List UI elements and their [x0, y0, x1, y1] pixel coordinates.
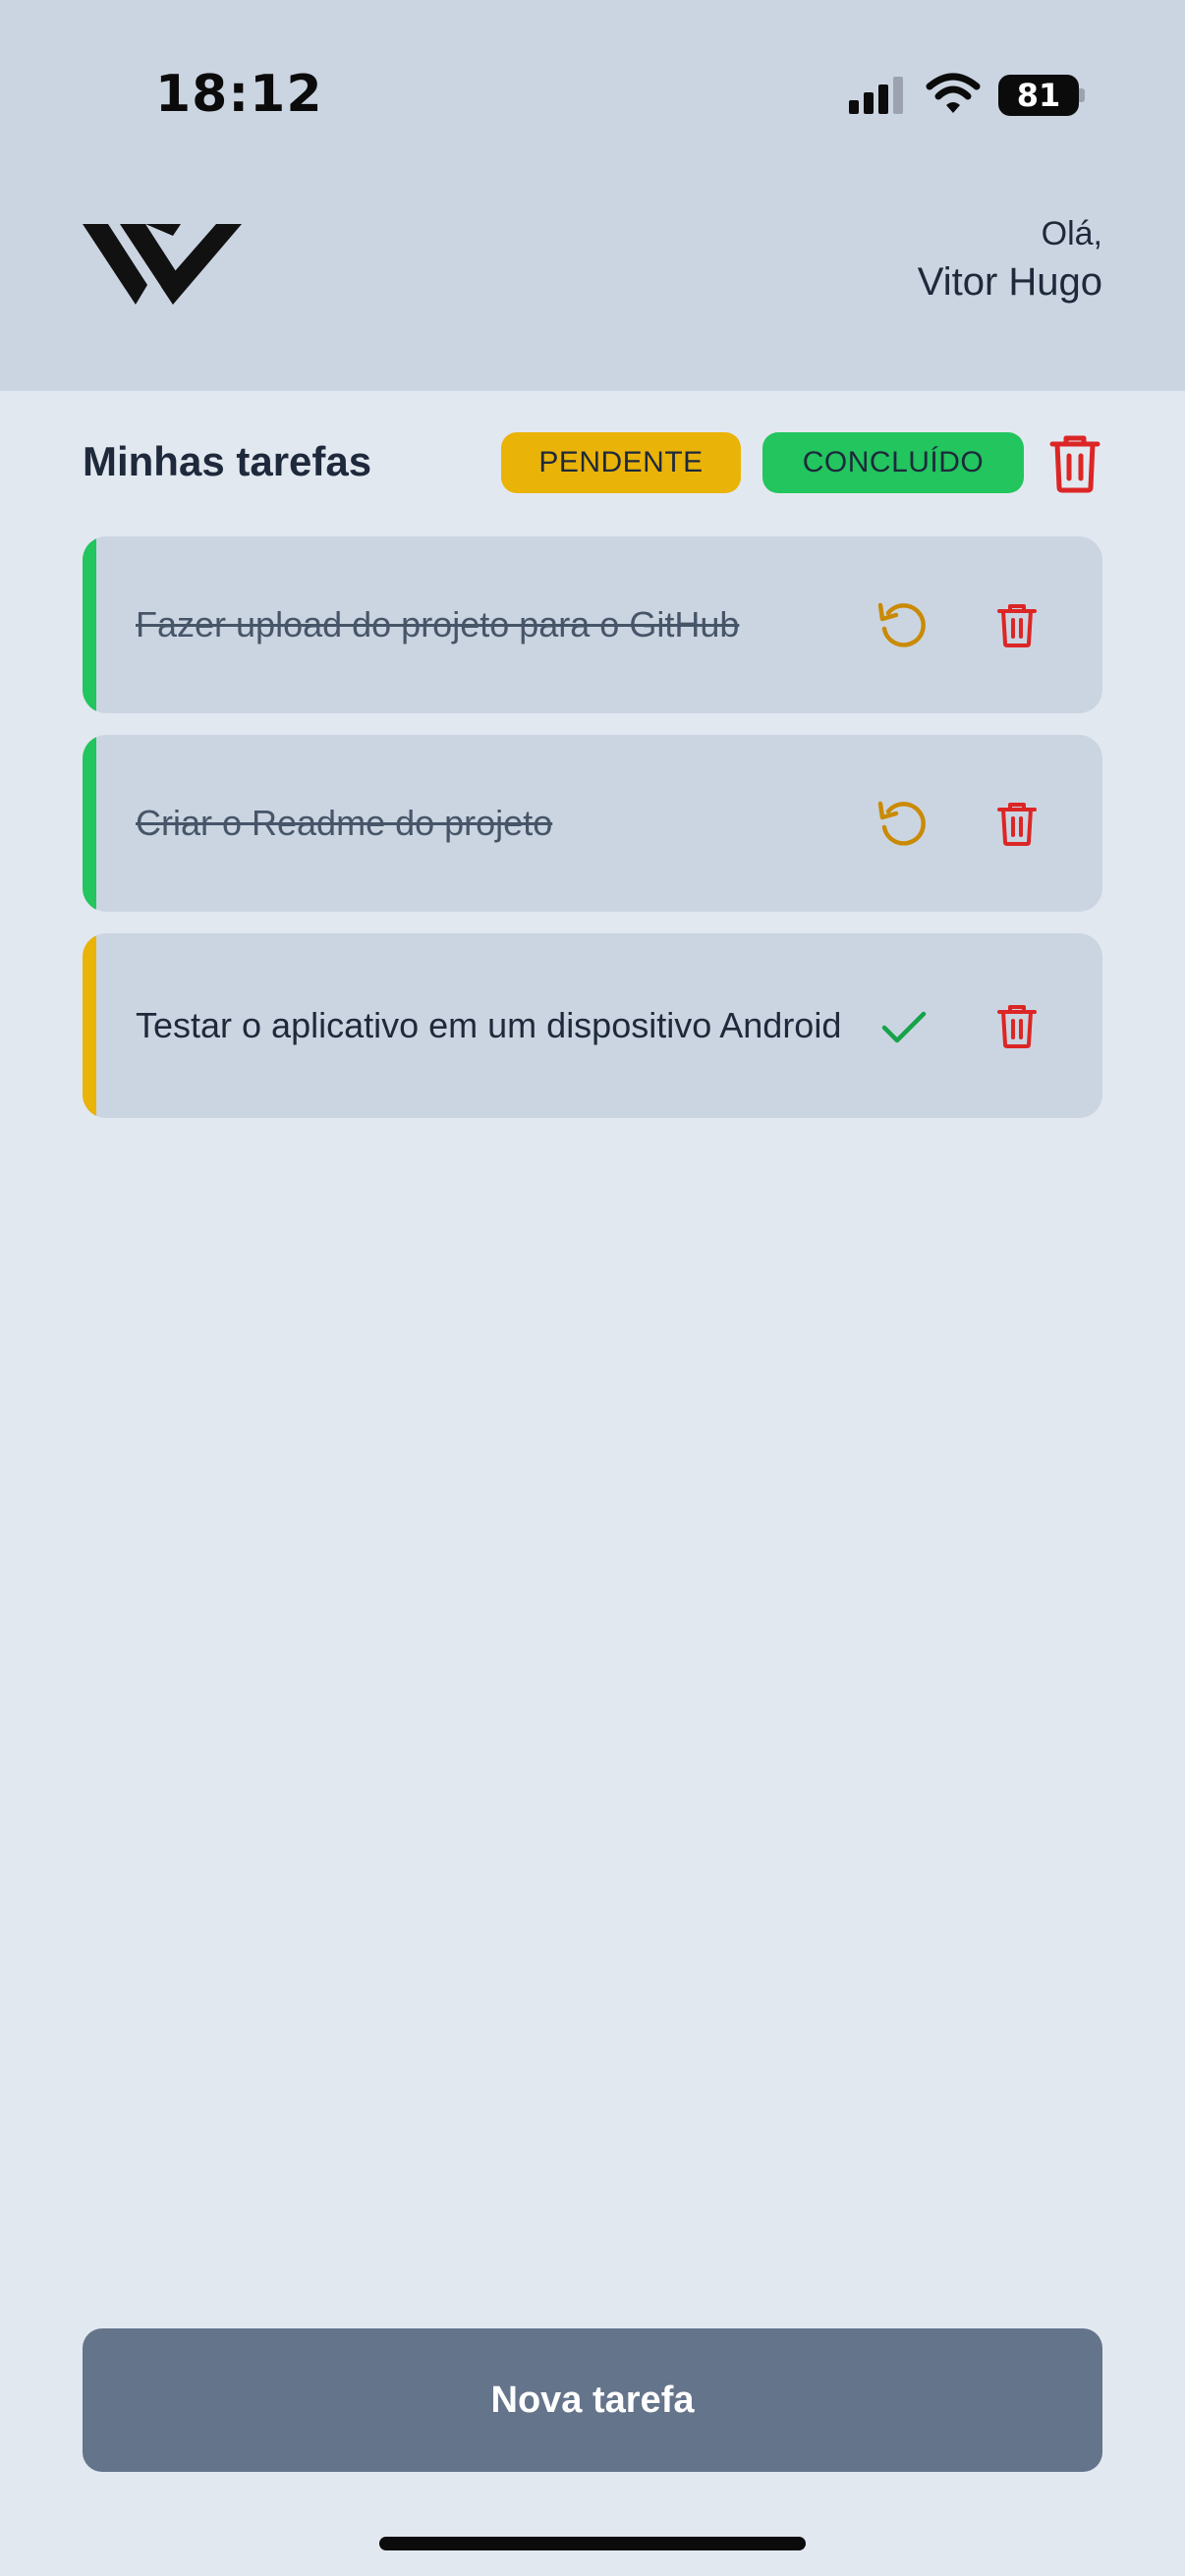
undo-icon[interactable] — [876, 798, 931, 851]
page-title: Minhas tarefas — [83, 438, 372, 484]
app-screen: 18:12 81 Olá, Vitor Hugo Minhas tarefas … — [0, 0, 1185, 2576]
user-name: Vitor Hugo — [917, 260, 1102, 304]
wifi-icon — [926, 73, 981, 113]
undo-icon[interactable] — [876, 599, 931, 652]
battery-tip — [1079, 88, 1085, 102]
vw-logo — [83, 224, 242, 305]
title-row: Minhas tarefas PENDENTE CONCLUÍDO — [83, 432, 1102, 493]
cellular-signal-icon — [849, 77, 903, 114]
greeting-text: Olá, — [1041, 215, 1102, 252]
task-text: Criar o Readme do projeto — [136, 803, 553, 843]
header: 18:12 81 Olá, Vitor Hugo — [0, 0, 1185, 391]
delete-task-icon[interactable] — [996, 802, 1038, 847]
task-status-bar — [83, 735, 96, 912]
check-icon[interactable] — [880, 1008, 928, 1047]
status-time: 18:12 — [155, 65, 323, 124]
delete-task-icon[interactable] — [996, 603, 1038, 648]
task-item[interactable]: Criar o Readme do projeto — [83, 735, 1102, 912]
task-item[interactable]: Testar o aplicativo em um dispositivo An… — [83, 933, 1102, 1118]
delete-task-icon[interactable] — [996, 1004, 1038, 1049]
task-text: Fazer upload do projeto para o GitHub — [136, 604, 740, 644]
new-task-button[interactable]: Nova tarefa — [83, 2328, 1102, 2472]
task-status-bar — [83, 536, 96, 713]
greeting: Olá, Vitor Hugo — [918, 212, 1102, 308]
home-indicator — [379, 2537, 806, 2550]
battery-icon: 81 — [998, 75, 1079, 116]
filter-pending-button[interactable]: PENDENTE — [501, 432, 741, 493]
task-item[interactable]: Fazer upload do projeto para o GitHub — [83, 536, 1102, 713]
task-text: Testar o aplicativo em um dispositivo An… — [136, 1005, 842, 1045]
task-status-bar — [83, 933, 96, 1118]
trash-icon[interactable] — [1048, 434, 1101, 493]
filter-done-button[interactable]: CONCLUÍDO — [762, 432, 1024, 493]
